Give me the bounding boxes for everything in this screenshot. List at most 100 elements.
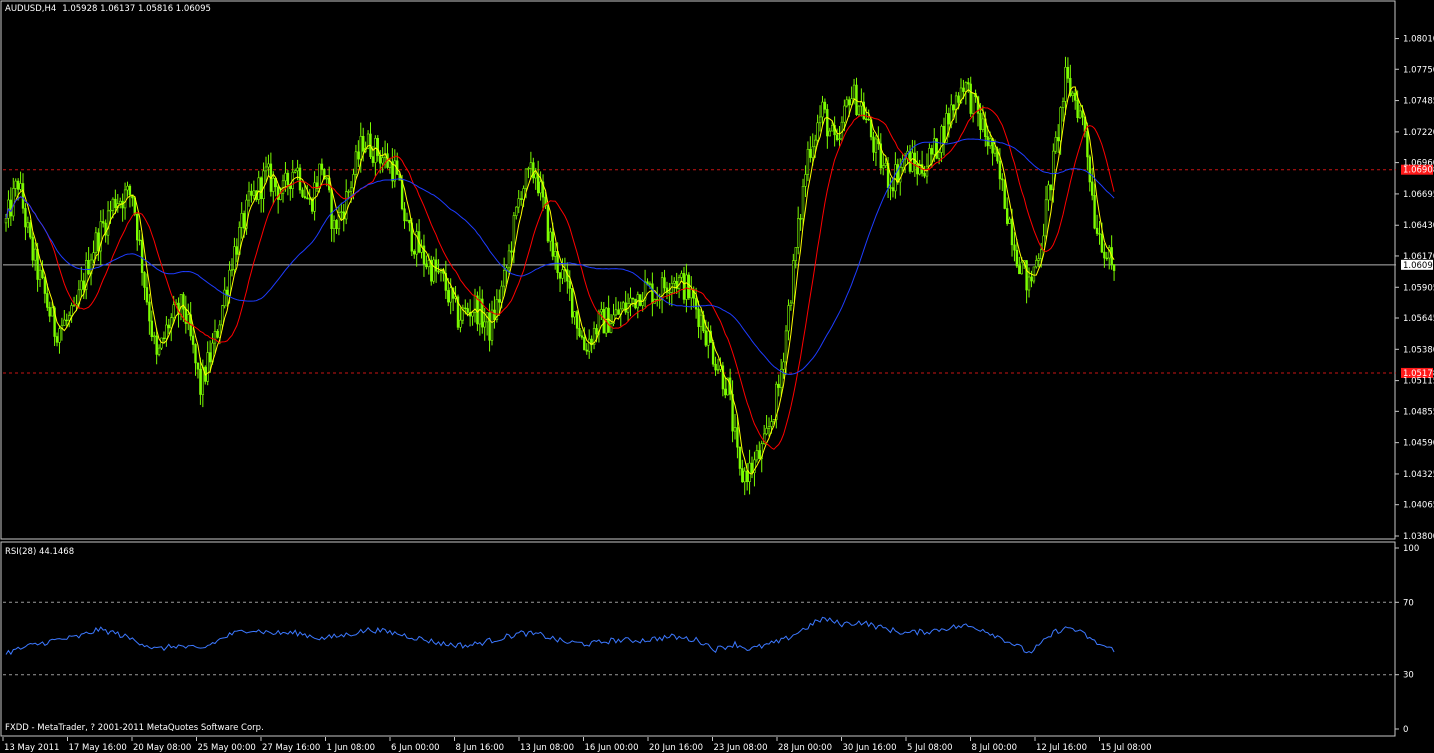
candle-body bbox=[816, 122, 819, 141]
candle-body bbox=[228, 269, 231, 296]
candle-body bbox=[33, 248, 37, 261]
candle-body bbox=[758, 450, 761, 459]
candle-body bbox=[247, 190, 251, 201]
candle-body bbox=[1091, 181, 1094, 196]
candle-body bbox=[1078, 110, 1082, 119]
candle-body bbox=[1064, 67, 1067, 102]
candle-body bbox=[809, 149, 812, 158]
candle-body bbox=[388, 161, 392, 168]
candle-body bbox=[1049, 184, 1053, 191]
candle-body bbox=[347, 191, 350, 193]
candle-body bbox=[464, 307, 467, 309]
time-tick-label: 13 May 2011 bbox=[4, 743, 59, 753]
candle-body bbox=[1044, 199, 1048, 237]
price-tick-label: 1.06430 bbox=[1403, 221, 1434, 231]
candle-body bbox=[1032, 266, 1036, 282]
candle-body bbox=[340, 211, 343, 213]
candle-body bbox=[1088, 156, 1092, 183]
candle-body bbox=[981, 118, 985, 131]
candle-body bbox=[43, 277, 47, 294]
candle-body bbox=[432, 259, 435, 282]
candle-body bbox=[631, 297, 635, 300]
price-tick-label: 1.06960 bbox=[1403, 159, 1434, 169]
candle-body bbox=[741, 468, 744, 483]
candle-body bbox=[65, 319, 68, 322]
candle-body bbox=[872, 136, 875, 153]
candle-body bbox=[942, 126, 946, 143]
time-tick-label: 1 Jun 08:00 bbox=[327, 743, 376, 753]
candle-body bbox=[405, 219, 409, 222]
candle-body bbox=[578, 327, 581, 337]
ohlc-values: 1.05928 1.06137 1.05816 1.06095 bbox=[62, 4, 211, 14]
candle-body bbox=[979, 113, 982, 131]
candle-body bbox=[687, 274, 691, 299]
rsi-tick-label: 30 bbox=[1403, 671, 1414, 681]
candle-body bbox=[821, 101, 824, 118]
candle-body bbox=[1030, 276, 1033, 282]
candle-body bbox=[301, 189, 304, 197]
candle-body bbox=[969, 83, 972, 114]
candle-body bbox=[1098, 233, 1101, 235]
price-tick-label: 1.08010 bbox=[1403, 35, 1434, 45]
candle-body bbox=[629, 297, 632, 304]
candle-body bbox=[1086, 131, 1089, 158]
candle-body bbox=[894, 164, 897, 192]
candle-body bbox=[1059, 107, 1062, 142]
candle-body bbox=[867, 118, 870, 121]
candle-body bbox=[145, 287, 149, 303]
candle-body bbox=[845, 99, 849, 107]
candle-body bbox=[534, 173, 537, 179]
candle-body bbox=[72, 305, 76, 307]
candle-body bbox=[998, 160, 1002, 180]
candle-body bbox=[777, 383, 780, 388]
candle-body bbox=[459, 319, 462, 328]
candle-body bbox=[580, 335, 584, 338]
candle-body bbox=[704, 330, 708, 346]
candle-body bbox=[847, 99, 851, 106]
time-tick-label: 8 Jun 16:00 bbox=[456, 743, 505, 753]
candle-body bbox=[483, 321, 486, 328]
candle-body bbox=[519, 198, 523, 200]
candle-body bbox=[335, 220, 338, 229]
candle-body bbox=[352, 174, 355, 189]
candle-body bbox=[318, 163, 321, 190]
candle-body bbox=[957, 95, 960, 103]
candle-body bbox=[685, 274, 688, 300]
candle-body bbox=[70, 305, 73, 316]
candle-body bbox=[1005, 208, 1009, 224]
price-tick-label: 1.04855 bbox=[1403, 407, 1434, 417]
candle-body bbox=[607, 307, 610, 333]
time-tick-label: 25 May 00:00 bbox=[198, 743, 256, 753]
candle-body bbox=[478, 298, 482, 325]
candle-body bbox=[354, 151, 358, 175]
candle-body bbox=[561, 269, 564, 279]
candle-body bbox=[881, 165, 885, 169]
candle-body bbox=[29, 222, 32, 238]
candle-body bbox=[884, 163, 887, 166]
candle-body bbox=[964, 82, 968, 92]
candle-body bbox=[58, 328, 61, 343]
candle-body bbox=[493, 309, 496, 320]
candle-body bbox=[264, 166, 268, 172]
candle-body bbox=[111, 198, 115, 211]
candle-body bbox=[21, 183, 25, 209]
candle-body bbox=[828, 130, 832, 137]
candle-body bbox=[568, 280, 572, 289]
candle-body bbox=[165, 324, 168, 339]
candle-body bbox=[784, 330, 788, 363]
candle-body bbox=[614, 309, 618, 316]
price-tick-label: 1.07485 bbox=[1403, 97, 1434, 107]
chart-window[interactable]: 1.069081.051781.060951.080101.077501.074… bbox=[0, 0, 1434, 753]
candle-body bbox=[9, 199, 13, 217]
candle-body bbox=[930, 148, 934, 155]
candle-body bbox=[954, 95, 958, 111]
candle-body bbox=[1018, 265, 1021, 275]
candle-body bbox=[16, 180, 20, 190]
candle-body bbox=[194, 344, 197, 364]
candle-body bbox=[208, 352, 212, 363]
candle-body bbox=[699, 314, 703, 328]
candle-body bbox=[600, 309, 603, 313]
time-tick-label: 27 May 16:00 bbox=[262, 743, 320, 753]
time-tick-label: 6 Jun 00:00 bbox=[391, 743, 440, 753]
candle-body bbox=[767, 426, 771, 429]
